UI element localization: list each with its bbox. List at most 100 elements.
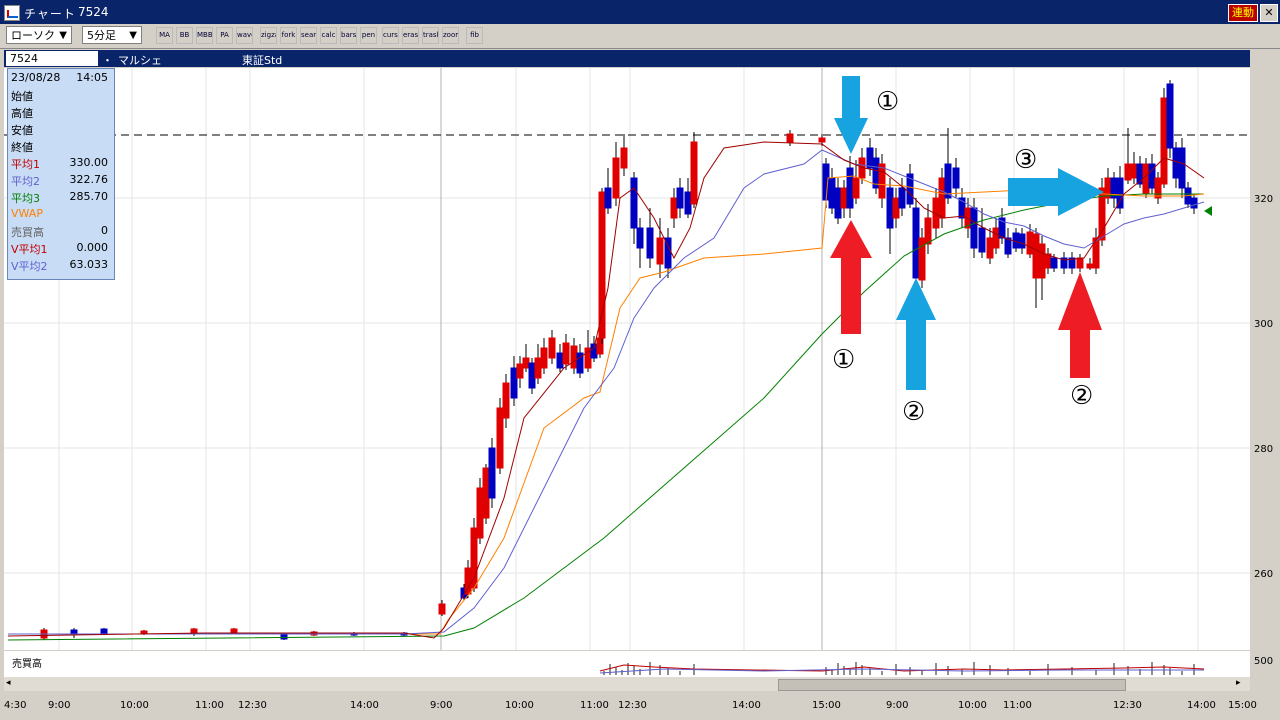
candle-body [464, 567, 472, 595]
candle-body [482, 467, 490, 519]
tool-bars-button[interactable]: bars [340, 27, 357, 44]
candle-body [548, 337, 556, 359]
scroll-left-icon[interactable]: ◂ [6, 678, 16, 690]
candle-body [938, 177, 946, 219]
close-button[interactable]: ✕ [1260, 4, 1278, 22]
tool-pa-button[interactable]: PA [216, 27, 233, 44]
interval-value: 5分足 [87, 29, 116, 42]
candle-body [952, 167, 960, 189]
tool-ma-button[interactable]: MA [156, 27, 173, 44]
dot-separator: ・ [102, 54, 113, 67]
volume-bar [1007, 668, 1009, 675]
link-toggle-button[interactable]: 連動 [1228, 4, 1258, 22]
tool-search-button[interactable]: search [300, 27, 317, 44]
volume-bar [1151, 662, 1153, 675]
interval-select[interactable]: 5分足 ▼ [82, 26, 142, 44]
chart-app-icon [4, 5, 20, 21]
candle-body [540, 347, 548, 369]
candle-body [496, 407, 504, 469]
time-tick-label: 11:00 [1003, 700, 1032, 711]
time-tick-label: 9:00 [886, 700, 909, 711]
candle-body [866, 147, 874, 169]
chart-type-select[interactable]: ローソク ▼ [6, 26, 72, 44]
panel-row-label: 始値 [11, 90, 33, 103]
candle-body [892, 197, 900, 219]
candle-body [70, 629, 78, 635]
time-tick-label: 14:00 [732, 700, 761, 711]
tool-mbb-button[interactable]: MBB [196, 27, 213, 44]
tool-fib-button[interactable]: fib [466, 27, 483, 44]
tool-calc-button[interactable]: calc [320, 27, 337, 44]
time-tick-label: 11:00 [580, 700, 609, 711]
volume-bar [615, 667, 617, 675]
window-title: チャート [24, 7, 76, 21]
candle-body [140, 630, 148, 634]
panel-row-label: V平均2 [11, 260, 48, 273]
time-tick-label: 4:30 [4, 700, 27, 711]
candle-body [970, 207, 978, 249]
volume-bar [973, 662, 975, 675]
panel-row-value: 285.70 [69, 190, 109, 203]
candle-body [190, 628, 198, 634]
circled-number-annotation: ① [876, 87, 899, 117]
candle-body [612, 157, 620, 199]
candle-body [1154, 177, 1162, 199]
price-chart[interactable]: ① ① ② ② ③ [4, 68, 1250, 650]
price-tick-label: 260 [1254, 569, 1273, 580]
candle-body [818, 137, 826, 143]
volume-bar [1113, 663, 1115, 675]
circled-number-annotation: ③ [1014, 145, 1037, 175]
window-code: 7524 [78, 5, 109, 19]
tool-eraser-button[interactable]: eraser [402, 27, 419, 44]
arrow-up-red [830, 220, 872, 334]
candle-body [978, 227, 986, 253]
candle-body [786, 133, 794, 143]
price-tick-label: 280 [1254, 444, 1273, 455]
candle-body [1050, 257, 1058, 269]
volume-bar [843, 666, 845, 675]
candle-body [636, 227, 644, 249]
candle-body [528, 362, 536, 389]
tool-cursor-button[interactable]: cursor [382, 27, 399, 44]
volume-label: 売買高 [12, 659, 42, 670]
scrollbar-thumb[interactable] [778, 679, 1126, 691]
price-chart-svg: ① ① ② ② ③ [4, 68, 1250, 650]
candle-body [502, 382, 510, 419]
volume-bar [961, 669, 963, 675]
candle-body [1124, 163, 1132, 181]
tool-fork-button[interactable]: fork [280, 27, 297, 44]
candle-body [510, 367, 518, 399]
candle-body [886, 187, 894, 229]
market-name: 東証Std [242, 54, 283, 67]
symbol-name: マルシェ [118, 54, 162, 67]
horizontal-scrollbar[interactable]: ◂ ▸ [4, 677, 1250, 691]
panel-row: 平均2 322.76 [11, 173, 111, 189]
panel-row-label: 高値 [11, 107, 33, 120]
panel-row: 平均3 285.70 [11, 190, 111, 206]
tool-bb-button[interactable]: BB [176, 27, 193, 44]
panel-time: 14:05 [76, 71, 108, 84]
scroll-right-icon[interactable]: ▸ [1236, 678, 1246, 690]
tool-zoom-button[interactable]: zoom [442, 27, 459, 44]
candle-body [846, 167, 854, 209]
tool-pen-button[interactable]: pen [360, 27, 377, 44]
candle-body [670, 197, 678, 219]
arrow-up-red [1058, 272, 1102, 378]
candle-body [620, 147, 628, 169]
tool-zigzag-button[interactable]: zigzag [260, 27, 277, 44]
volume-pane[interactable]: 売買高 [4, 651, 1250, 677]
arrow-right-blue [1008, 168, 1104, 216]
tool-trash-button[interactable]: trash [422, 27, 439, 44]
price-tick-label: 320 [1254, 194, 1273, 205]
panel-row: 始値 [11, 88, 111, 104]
panel-row-label: 売買高 [11, 226, 44, 239]
time-tick-label: 9:00 [430, 700, 453, 711]
panel-row: 終値 [11, 139, 111, 155]
panel-row-label: 平均2 [11, 175, 40, 188]
tool-wave-button[interactable]: wave [236, 27, 253, 44]
candle-body [834, 187, 842, 219]
candle-body [656, 237, 664, 265]
volume-bar [1095, 670, 1097, 675]
symbol-code-input[interactable]: 7524 [6, 51, 98, 66]
time-tick-label: 14:00 [1187, 700, 1216, 711]
